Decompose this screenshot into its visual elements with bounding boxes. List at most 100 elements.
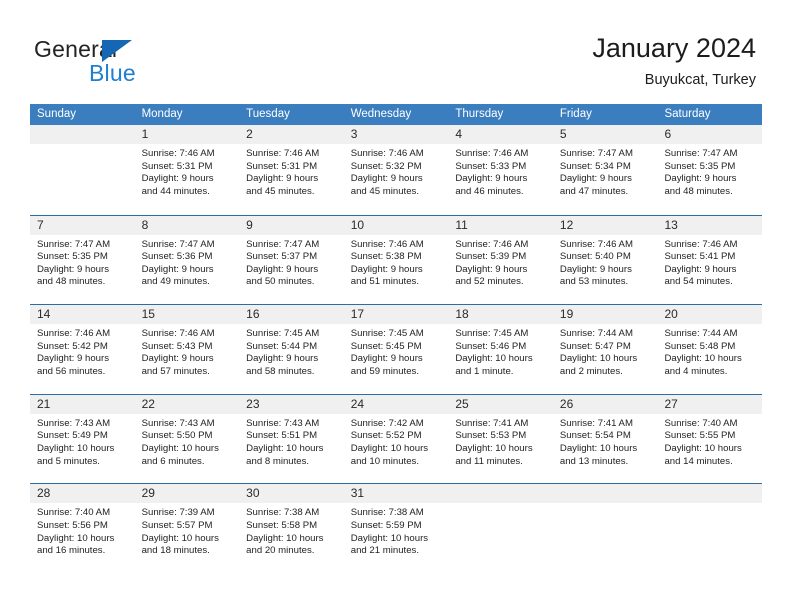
day-number: 9 — [246, 217, 253, 232]
day-number: 21 — [37, 396, 51, 411]
day-cell[interactable]: 5 Sunrise: 7:47 AM Sunset: 5:34 PM Dayli… — [552, 125, 658, 215]
day-details: Sunrise: 7:46 AM Sunset: 5:42 PM Dayligh… — [30, 324, 135, 378]
day-details: Sunrise: 7:39 AM Sunset: 5:57 PM Dayligh… — [135, 503, 240, 557]
calendar-grid: Sunday Monday Tuesday Wednesday Thursday… — [30, 104, 763, 573]
general-blue-logo: General Blue — [34, 36, 204, 88]
day-cell[interactable]: 2 Sunrise: 7:46 AM Sunset: 5:31 PM Dayli… — [239, 125, 344, 215]
day-cell[interactable]: 28 Sunrise: 7:40 AM Sunset: 5:56 PM Dayl… — [30, 484, 135, 573]
day-cell[interactable]: 21 Sunrise: 7:43 AM Sunset: 5:49 PM Dayl… — [30, 394, 135, 484]
sunrise-text: Sunrise: 7:47 AM — [559, 148, 633, 159]
daylight-text-line1: Daylight: 9 hours — [350, 263, 423, 275]
daylight-text-line1: Daylight: 10 hours — [559, 442, 638, 454]
week-row: 28 Sunrise: 7:40 AM Sunset: 5:56 PM Dayl… — [30, 483, 763, 573]
sunset-text: Sunset: 5:51 PM — [246, 430, 318, 442]
week-row: 14 Sunrise: 7:46 AM Sunset: 5:42 PM Dayl… — [30, 304, 763, 394]
day-number-strip: 4 — [448, 125, 553, 144]
sunrise-text: Sunrise: 7:38 AM — [246, 507, 320, 519]
day-cell[interactable]: 10 Sunrise: 7:46 AM Sunset: 5:38 PM Dayl… — [343, 215, 449, 305]
day-cell[interactable]: 8 Sunrise: 7:47 AM Sunset: 5:36 PM Dayli… — [134, 215, 240, 305]
sunrise-text: Sunrise: 7:43 AM — [246, 417, 320, 429]
day-cell[interactable]: 16 Sunrise: 7:45 AM Sunset: 5:44 PM Dayl… — [239, 305, 344, 394]
day-cell[interactable] — [448, 484, 553, 573]
day-cell[interactable]: 29 Sunrise: 7:39 AM Sunset: 5:57 PM Dayl… — [134, 484, 240, 573]
day-details: Sunrise: 7:47 AM Sunset: 5:35 PM Dayligh… — [30, 235, 135, 289]
daylight-text-line1: Daylight: 10 hours — [246, 532, 324, 544]
day-number-strip: 27 — [657, 394, 763, 414]
day-details: Sunrise: 7:45 AM Sunset: 5:44 PM Dayligh… — [239, 324, 344, 378]
day-cell[interactable]: 15 Sunrise: 7:46 AM Sunset: 5:43 PM Dayl… — [134, 305, 240, 394]
day-number-strip: 13 — [657, 215, 763, 235]
day-details: Sunrise: 7:47 AM Sunset: 5:34 PM Dayligh… — [553, 144, 658, 198]
day-cell[interactable]: 30 Sunrise: 7:38 AM Sunset: 5:58 PM Dayl… — [239, 484, 344, 573]
day-cell[interactable]: 6 Sunrise: 7:47 AM Sunset: 5:35 PM Dayli… — [657, 125, 763, 215]
day-cell[interactable]: 9 Sunrise: 7:47 AM Sunset: 5:37 PM Dayli… — [239, 215, 344, 305]
sunrise-text: Sunrise: 7:46 AM — [141, 148, 215, 159]
sunrise-text: Sunrise: 7:41 AM — [559, 417, 633, 429]
daylight-text-line2: and 58 minutes. — [246, 365, 315, 377]
daylight-text-line2: and 14 minutes. — [664, 455, 733, 467]
day-number: 7 — [37, 217, 44, 232]
day-details: Sunrise: 7:46 AM Sunset: 5:39 PM Dayligh… — [448, 235, 553, 289]
daylight-text-line2: and 52 minutes. — [455, 276, 524, 288]
day-cell[interactable]: 1 Sunrise: 7:46 AM Sunset: 5:31 PM Dayli… — [134, 125, 240, 215]
day-details — [448, 503, 553, 507]
day-cell[interactable]: 19 Sunrise: 7:44 AM Sunset: 5:47 PM Dayl… — [552, 305, 658, 394]
day-number-strip: 11 — [448, 215, 553, 235]
day-cell[interactable]: 18 Sunrise: 7:45 AM Sunset: 5:46 PM Dayl… — [448, 305, 553, 394]
sunset-text: Sunset: 5:39 PM — [455, 251, 527, 263]
daylight-text-line1: Daylight: 10 hours — [141, 532, 219, 544]
day-cell[interactable]: 12 Sunrise: 7:46 AM Sunset: 5:40 PM Dayl… — [552, 215, 658, 305]
day-cell[interactable]: 31 Sunrise: 7:38 AM Sunset: 5:59 PM Dayl… — [343, 484, 449, 573]
day-details — [30, 144, 135, 148]
day-cell[interactable]: 11 Sunrise: 7:46 AM Sunset: 5:39 PM Dayl… — [448, 215, 553, 305]
daylight-text-line2: and 20 minutes. — [246, 545, 315, 557]
day-cell[interactable]: 13 Sunrise: 7:46 AM Sunset: 5:41 PM Dayl… — [657, 215, 763, 305]
sunset-text: Sunset: 5:52 PM — [350, 430, 422, 442]
day-cell[interactable]: 25 Sunrise: 7:41 AM Sunset: 5:53 PM Dayl… — [448, 394, 553, 484]
daylight-text-line2: and 53 minutes. — [559, 276, 629, 288]
sunset-text: Sunset: 5:55 PM — [664, 430, 736, 442]
day-number-strip: 28 — [30, 484, 135, 504]
day-number: 19 — [559, 307, 574, 322]
sunrise-text: Sunrise: 7:43 AM — [37, 417, 111, 429]
day-cell[interactable]: 26 Sunrise: 7:41 AM Sunset: 5:54 PM Dayl… — [552, 394, 658, 484]
day-cell[interactable]: 20 Sunrise: 7:44 AM Sunset: 5:48 PM Dayl… — [657, 305, 763, 394]
week-row: 21 Sunrise: 7:43 AM Sunset: 5:49 PM Dayl… — [30, 393, 763, 484]
day-cell[interactable]: 27 Sunrise: 7:40 AM Sunset: 5:55 PM Dayl… — [657, 394, 763, 484]
sunset-text: Sunset: 5:48 PM — [664, 340, 736, 352]
day-number: 4 — [455, 127, 462, 141]
day-cell[interactable] — [30, 125, 135, 215]
day-details: Sunrise: 7:46 AM Sunset: 5:32 PM Dayligh… — [344, 144, 449, 198]
day-cell[interactable]: 3 Sunrise: 7:46 AM Sunset: 5:32 PM Dayli… — [343, 125, 449, 215]
daylight-text-line1: Daylight: 10 hours — [141, 442, 219, 454]
day-number: 2 — [246, 127, 253, 141]
page-subtitle: Buyukcat, Turkey — [644, 72, 756, 88]
daylight-text-line1: Daylight: 10 hours — [246, 442, 324, 454]
day-cell[interactable] — [657, 484, 763, 573]
day-cell[interactable]: 23 Sunrise: 7:43 AM Sunset: 5:51 PM Dayl… — [239, 394, 344, 484]
daylight-text-line2: and 6 minutes. — [141, 455, 205, 467]
day-details: Sunrise: 7:43 AM Sunset: 5:50 PM Dayligh… — [135, 414, 240, 468]
day-cell[interactable]: 24 Sunrise: 7:42 AM Sunset: 5:52 PM Dayl… — [343, 394, 449, 484]
day-cell[interactable]: 14 Sunrise: 7:46 AM Sunset: 5:42 PM Dayl… — [30, 305, 135, 394]
day-number: 28 — [37, 486, 51, 501]
day-number-strip: 21 — [30, 394, 135, 414]
day-cell[interactable]: 22 Sunrise: 7:43 AM Sunset: 5:50 PM Dayl… — [134, 394, 240, 484]
sunset-text: Sunset: 5:36 PM — [141, 251, 213, 263]
week-row: 7 Sunrise: 7:47 AM Sunset: 5:35 PM Dayli… — [30, 214, 763, 305]
daylight-text-line2: and 49 minutes. — [141, 276, 210, 288]
day-number-strip: 17 — [343, 305, 449, 325]
day-number-strip: 23 — [239, 394, 344, 414]
day-cell[interactable]: 7 Sunrise: 7:47 AM Sunset: 5:35 PM Dayli… — [30, 215, 135, 305]
day-number: 12 — [559, 217, 574, 232]
daylight-text-line1: Daylight: 9 hours — [246, 173, 319, 185]
sunrise-text: Sunrise: 7:43 AM — [141, 417, 215, 429]
day-cell[interactable]: 17 Sunrise: 7:45 AM Sunset: 5:45 PM Dayl… — [343, 305, 449, 394]
day-cell[interactable] — [552, 484, 658, 573]
day-cell[interactable]: 4 Sunrise: 7:46 AM Sunset: 5:33 PM Dayli… — [448, 125, 553, 215]
day-details: Sunrise: 7:40 AM Sunset: 5:55 PM Dayligh… — [657, 414, 762, 468]
day-details: Sunrise: 7:42 AM Sunset: 5:52 PM Dayligh… — [344, 414, 449, 468]
daylight-text-line1: Daylight: 9 hours — [350, 353, 423, 365]
sunset-text: Sunset: 5:46 PM — [455, 340, 527, 352]
daylight-text-line1: Daylight: 10 hours — [664, 442, 742, 454]
